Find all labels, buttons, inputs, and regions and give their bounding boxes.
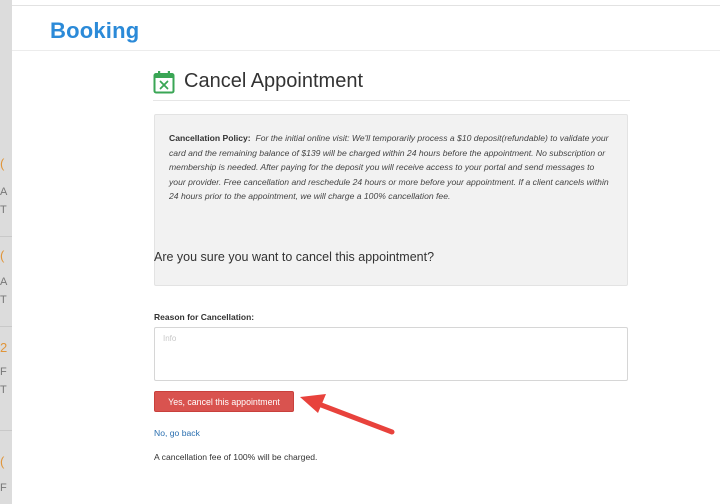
title-divider — [153, 100, 630, 101]
strip-glyph: A — [0, 186, 8, 198]
app-title: Booking — [50, 18, 140, 43]
reason-field[interactable] — [154, 327, 628, 381]
strip-glyph: T — [0, 204, 7, 216]
strip-glyph: ( — [0, 156, 5, 171]
strip-glyph: ( — [0, 454, 5, 469]
go-back-link[interactable]: No, go back — [154, 428, 200, 438]
calendar-x-icon — [153, 71, 175, 94]
strip-glyph: F — [0, 366, 7, 378]
strip-glyph: T — [0, 384, 7, 396]
strip-glyph: F — [0, 482, 7, 494]
policy-label: Cancellation Policy: — [169, 133, 251, 143]
policy-text: For the initial online visit: We'll temp… — [169, 133, 609, 202]
strip-divider — [0, 326, 12, 327]
background-list-strip: ( A T ( A T 2 F T ( F — [0, 0, 12, 504]
modal-title: Cancel Appointment — [184, 70, 364, 92]
strip-glyph: ( — [0, 248, 5, 263]
strip-glyph: T — [0, 294, 7, 306]
top-divider — [12, 5, 720, 6]
strip-glyph: A — [0, 276, 8, 288]
cancel-appointment-panel: Cancel Appointment Cancellation Policy: … — [140, 56, 640, 504]
confirm-cancel-button[interactable]: Yes, cancel this appointment — [154, 391, 294, 412]
strip-glyph: 2 — [0, 340, 8, 355]
fee-note: A cancellation fee of 100% will be charg… — [154, 452, 318, 462]
reason-label: Reason for Cancellation: — [154, 312, 255, 322]
confirm-question: Are you sure you want to cancel this app… — [154, 250, 435, 264]
strip-divider — [0, 236, 12, 237]
header-divider — [12, 50, 720, 51]
strip-divider — [0, 430, 12, 431]
